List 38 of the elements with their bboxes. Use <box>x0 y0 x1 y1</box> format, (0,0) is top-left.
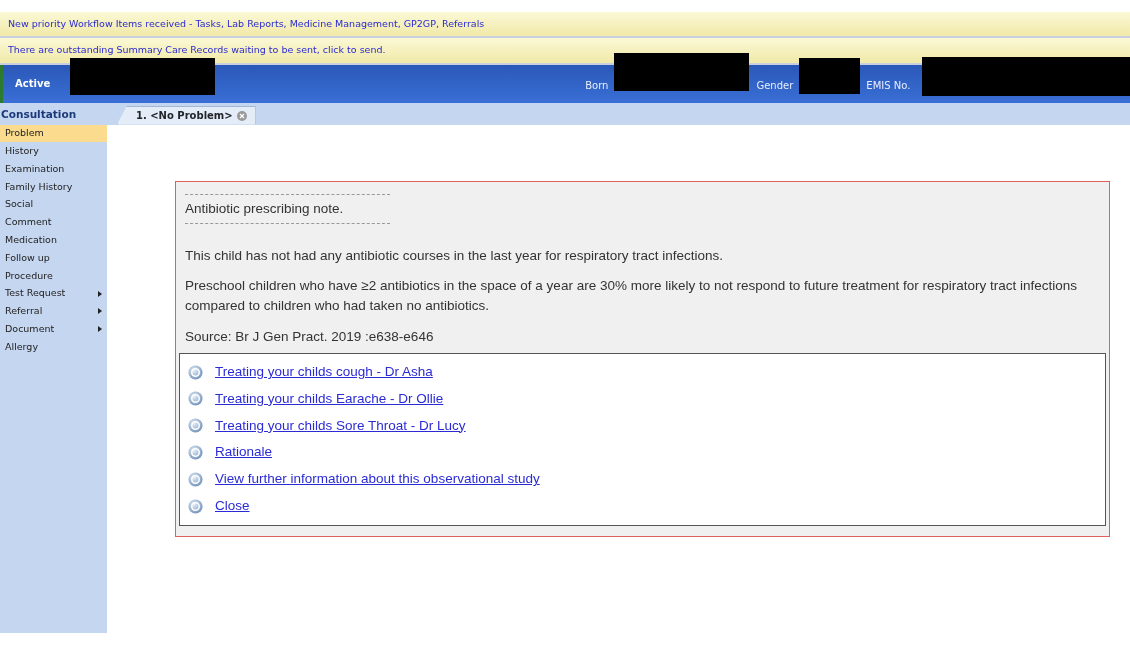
info-link[interactable]: Treating your childs cough - Dr Asha <box>215 362 433 383</box>
help-icon <box>188 391 203 407</box>
help-icon <box>188 418 203 434</box>
note-paragraph: Source: Br J Gen Pract. 2019 :e638-e646 <box>184 327 435 346</box>
field-label: EMIS No. <box>866 79 911 93</box>
info-link[interactable]: Rationale <box>215 442 273 463</box>
help-icon <box>188 364 203 380</box>
problem-tab[interactable]: 1. <No Problem> <box>117 105 256 125</box>
sidebar-item[interactable]: History <box>0 142 107 161</box>
sidebar-item[interactable]: Test Request <box>0 284 107 303</box>
notification-bar[interactable]: New priority Workflow Items received - Tasks, Lab Reports, Medicine Management, GP2GP, Referrals <box>0 12 1130 39</box>
info-link[interactable]: Treating your childs Earache - Dr Ollie <box>215 388 444 410</box>
sidebar-item[interactable]: Medication <box>0 231 107 250</box>
patient-status: Active <box>14 77 51 91</box>
note-paragraph: This child has not had any antibiotic courses in the last year for respiratory tract infections. <box>184 246 724 265</box>
sidebar-title: Consultation <box>0 106 78 122</box>
sidebar-item[interactable]: Allergy <box>0 338 107 356</box>
sidebar-item[interactable]: Social <box>0 195 107 214</box>
help-icon <box>188 471 203 487</box>
sidebar-item[interactable]: Follow up <box>0 249 107 267</box>
close-icon[interactable] <box>236 110 247 121</box>
info-link[interactable]: Close <box>215 496 250 517</box>
sidebar-item[interactable]: Family History <box>0 177 107 196</box>
field-label: Gender <box>756 79 794 93</box>
sidebar-item[interactable]: Examination <box>0 160 107 178</box>
sidebar-item[interactable]: Comment <box>0 213 107 232</box>
sidebar-item[interactable]: Procedure <box>0 266 107 285</box>
help-icon <box>188 498 203 514</box>
info-link[interactable]: Treating your childs Sore Throat - Dr Lucy <box>215 415 466 436</box>
sidebar-item[interactable]: Problem <box>0 124 107 143</box>
help-icon <box>188 445 203 461</box>
sidebar-item[interactable]: Document <box>0 320 107 339</box>
note-title: Antibiotic prescribing note. <box>184 199 345 218</box>
redaction-block <box>799 57 861 94</box>
field-label: Born <box>585 79 609 93</box>
sidebar-item[interactable]: Referral <box>0 302 107 321</box>
info-link[interactable]: View further information about this observational study <box>215 469 540 490</box>
note-paragraph: Preschool children who have ≥2 antibiotics in the space of a year are 30% more likely to not respond to future treatment for respiratory tract infections compared to children who had taken no antibiotics. <box>184 277 1079 316</box>
